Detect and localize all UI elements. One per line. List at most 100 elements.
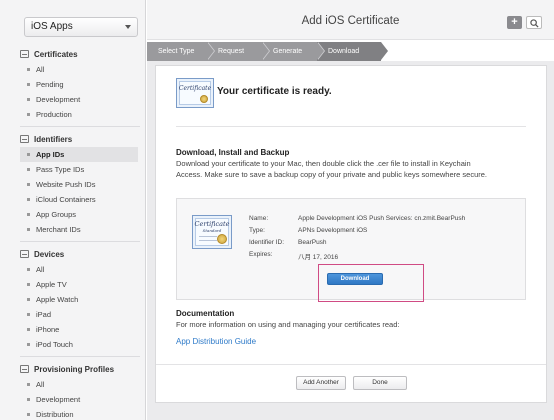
- sidebar-item-app-ids[interactable]: App IDs: [20, 147, 138, 162]
- bullet-icon: [27, 98, 30, 101]
- identifier-icon: [20, 135, 29, 143]
- sidebar-item-label: App IDs: [36, 150, 65, 159]
- sidebar-item-apple-tv[interactable]: Apple TV: [20, 277, 140, 292]
- step-breadcrumb: Select Type Request Generate Download: [147, 42, 388, 61]
- certificate-panel: Certificate Your certificate is ready. D…: [155, 65, 547, 403]
- sidebar-item-label: Distribution: [36, 410, 74, 419]
- sidebar-item-profiles-all[interactable]: All: [20, 377, 140, 392]
- sidebar-item-profiles-distribution[interactable]: Distribution: [20, 407, 140, 420]
- bullet-icon: [27, 198, 30, 201]
- bullet-icon: [27, 328, 30, 331]
- sidebar-item-app-groups[interactable]: App Groups: [20, 207, 140, 222]
- sidebar-item-label: Development: [36, 395, 81, 404]
- bullet-icon: [27, 83, 30, 86]
- sidebar-nav: Certificates All Pending Development Pro…: [20, 44, 140, 420]
- bullet-icon: [27, 213, 30, 216]
- sidebar-item-website-push-ids[interactable]: Website Push IDs: [20, 177, 140, 192]
- detail-identifier-value: BearPush: [298, 239, 327, 246]
- certificate-icon-line: [199, 236, 217, 237]
- sidebar-item-profiles-development[interactable]: Development: [20, 392, 140, 407]
- detail-type-label: Type:: [249, 227, 265, 234]
- nav-heading-provisioning-profiles: Provisioning Profiles: [20, 361, 140, 377]
- sidebar-item-apple-watch[interactable]: Apple Watch: [20, 292, 140, 307]
- nav-heading-identifiers: Identifiers: [20, 131, 140, 147]
- done-button[interactable]: Done: [353, 376, 407, 390]
- plus-icon: +: [511, 16, 518, 28]
- sidebar-item-ipod-touch[interactable]: iPod Touch: [20, 337, 140, 352]
- sidebar-item-pending[interactable]: Pending: [20, 77, 140, 92]
- add-another-button[interactable]: Add Another: [296, 376, 346, 390]
- sidebar-item-label: Apple TV: [36, 280, 67, 289]
- nav-heading-certificates: Certificates: [20, 46, 140, 62]
- bullet-icon: [27, 183, 30, 186]
- detail-expires-label: Expires:: [249, 251, 273, 258]
- bullet-icon: [27, 283, 30, 286]
- sidebar-item-pass-type-ids[interactable]: Pass Type IDs: [20, 162, 140, 177]
- nav-section-provisioning: Provisioning Profiles All Development Di…: [20, 361, 140, 420]
- seal-icon: [217, 234, 227, 244]
- download-button[interactable]: Download: [327, 273, 383, 285]
- sidebar-item-ipad[interactable]: iPad: [20, 307, 140, 322]
- divider: [20, 241, 140, 242]
- add-button[interactable]: +: [507, 16, 522, 29]
- bullet-icon: [27, 343, 30, 346]
- nav-heading-label: Devices: [34, 249, 65, 259]
- nav-section-certificates: Certificates All Pending Development Pro…: [20, 46, 140, 122]
- detail-expires-value: 八月 17, 2016: [298, 254, 339, 261]
- header-bar: Add iOS Certificate +: [147, 0, 554, 40]
- app-type-select[interactable]: iOS Apps: [24, 17, 138, 37]
- sidebar-item-development[interactable]: Development: [20, 92, 140, 107]
- bullet-icon: [27, 68, 30, 71]
- bullet-icon: [27, 313, 30, 316]
- sidebar-item-label: Pending: [36, 80, 64, 89]
- download-instructions-line-1: Download your certificate to your Mac, t…: [176, 159, 471, 168]
- documentation-heading: Documentation: [176, 309, 235, 318]
- sidebar-item-label: Pass Type IDs: [36, 165, 85, 174]
- sidebar-item-label: Production: [36, 110, 72, 119]
- sidebar-item-icloud-containers[interactable]: iCloud Containers: [20, 192, 140, 207]
- download-instructions-line-2: Access. Make sure to save a backup copy …: [176, 170, 487, 179]
- bullet-icon: [27, 228, 30, 231]
- search-button[interactable]: [526, 16, 542, 29]
- sidebar-item-label: Development: [36, 95, 81, 104]
- sidebar-item-production[interactable]: Production: [20, 107, 140, 122]
- app-distribution-guide-link[interactable]: App Distribution Guide: [176, 337, 256, 346]
- main-content: Certificate Your certificate is ready. D…: [147, 61, 554, 420]
- step-select-type: Select Type: [147, 42, 215, 61]
- profile-icon: [20, 365, 29, 373]
- divider: [176, 126, 526, 127]
- nav-section-identifiers: Identifiers App IDs Pass Type IDs Websit…: [20, 131, 140, 237]
- nav-heading-label: Certificates: [34, 49, 78, 59]
- sidebar-item-merchant-ids[interactable]: Merchant IDs: [20, 222, 140, 237]
- step-generate: Generate: [262, 42, 325, 61]
- divider: [20, 126, 140, 127]
- sidebar-item-label: All: [36, 380, 45, 389]
- sidebar-item-label: iPhone: [36, 325, 60, 334]
- divider: [20, 356, 140, 357]
- chevron-down-icon: [125, 25, 131, 29]
- sidebar-item-label: All: [36, 265, 45, 274]
- nav-heading-devices: Devices: [20, 246, 140, 262]
- detail-name-value: Apple Development iOS Push Services: cn.…: [298, 215, 466, 222]
- page-title: Add iOS Certificate: [301, 15, 400, 27]
- app-type-select-value: iOS Apps: [31, 21, 73, 32]
- device-icon: [20, 250, 29, 258]
- sidebar-item-certificates-all[interactable]: All: [20, 62, 140, 77]
- certificate-ready-message: Your certificate is ready.: [217, 86, 332, 97]
- step-request: Request: [207, 42, 270, 61]
- divider: [156, 364, 546, 365]
- seal-icon: [200, 95, 208, 103]
- nav-heading-label: Provisioning Profiles: [34, 364, 115, 374]
- bullet-icon: [27, 413, 30, 416]
- bullet-icon: [27, 153, 30, 156]
- sidebar-item-iphone[interactable]: iPhone: [20, 322, 140, 337]
- detail-identifier-label: Identifier ID:: [249, 239, 285, 246]
- bullet-icon: [27, 268, 30, 271]
- sidebar-item-label: All: [36, 65, 45, 74]
- bullet-icon: [27, 398, 30, 401]
- bullet-icon: [27, 113, 30, 116]
- certificate-icon-word: Certificate: [194, 220, 230, 228]
- sidebar-item-devices-all[interactable]: All: [20, 262, 140, 277]
- sidebar: iOS Apps Certificates All Pending Develo…: [0, 0, 146, 420]
- sidebar-item-label: iPad: [36, 310, 52, 319]
